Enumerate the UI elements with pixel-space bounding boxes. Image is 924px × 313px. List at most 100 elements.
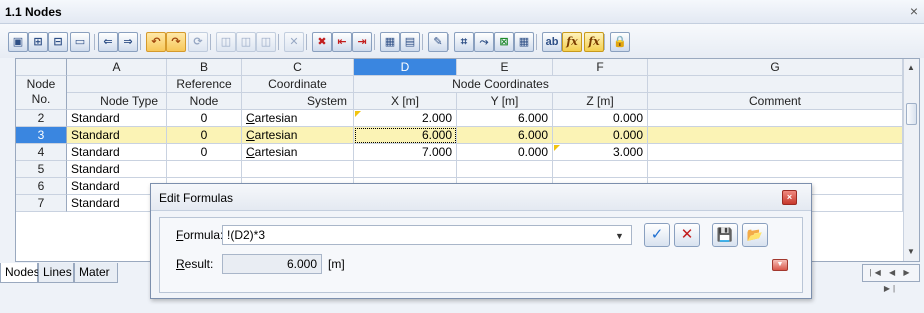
x-coordinate-cell[interactable]: 2.000 [354,110,457,127]
column-header-b[interactable]: B [167,59,242,76]
save-button[interactable]: 💾 [712,223,738,247]
z-coordinate-cell[interactable]: 3.000 [553,144,648,161]
redo-icon[interactable]: ↷ [166,32,186,52]
node-type-cell[interactable]: Standard [67,161,167,178]
row-number[interactable]: 2 [16,110,67,127]
reference-node-cell[interactable]: 0 [167,127,242,144]
panel-close-icon[interactable]: × [910,3,918,19]
edit-icon[interactable]: ✎ [428,32,448,52]
move-right-icon[interactable]: ⇥ [352,32,372,52]
row-number[interactable]: 4 [16,144,67,161]
y-coordinate-cell[interactable]: 6.000 [457,110,553,127]
insert-row-icon[interactable]: ⊞ [28,32,48,52]
dialog-titlebar: Edit Formulas × [151,184,811,211]
coordinate-system-text: artesian [254,145,298,159]
column-header-f[interactable]: F [553,59,648,76]
export-icon[interactable]: ⇒ [118,32,138,52]
grid-corner[interactable] [16,59,67,76]
z-coordinate-cell[interactable] [553,161,648,178]
go-to-icon[interactable]: ⤳ [474,32,494,52]
view-1-icon[interactable]: ◫ [216,32,236,52]
y-coordinate-cell[interactable]: 6.000 [457,127,553,144]
view-3-icon[interactable]: ◫ [256,32,276,52]
coordinate-system-cell[interactable]: Cartesian [242,127,354,144]
scroll-down-icon[interactable]: ▼ [907,247,915,256]
cancel-button[interactable]: ✕ [674,223,700,247]
formula-off-icon[interactable]: fx [584,32,604,52]
row-number[interactable]: 3 [16,127,67,144]
row-number[interactable]: 7 [16,195,67,212]
x-coordinate-cell[interactable] [354,161,457,178]
calculator-icon[interactable]: ▦ [514,32,534,52]
node-type-cell[interactable]: Standard [67,127,167,144]
subheader-node-type: Node Type [67,93,167,110]
coordinate-group-header: Coordinate [242,76,354,93]
tab-nodes[interactable]: Nodes [0,263,40,283]
result-label-accelerator: R [176,257,185,271]
z-coordinate-cell[interactable]: 0.000 [553,127,648,144]
tab-materials[interactable]: Mater [74,263,118,283]
select-in-graphic-icon[interactable]: ⌗ [454,32,474,52]
node-type-cell[interactable]: Standard [67,110,167,127]
expand-icon[interactable]: ▼ [772,259,788,271]
subheader-z: Z [m] [553,93,648,110]
vertical-scrollbar[interactable]: ▲ ▼ [903,59,919,261]
refresh-icon[interactable]: ⟳ [188,32,208,52]
move-left-icon[interactable]: ⇤ [332,32,352,52]
comment-cell[interactable] [648,110,903,127]
coordinate-system-cell[interactable]: Cartesian [242,144,354,161]
coordinate-system-cell[interactable]: Cartesian [242,110,354,127]
node-type-cell[interactable]: Standard [67,144,167,161]
reference-node-cell[interactable]: 0 [167,110,242,127]
select-all-icon[interactable]: ▣ [8,32,28,52]
toolbar-separator [278,34,279,50]
row-number[interactable]: 6 [16,178,67,195]
toolbar-separator [448,34,449,50]
formula-input[interactable]: !(D2)*3 [222,225,632,245]
delete-icon[interactable]: ✕ [284,32,304,52]
column-header-c[interactable]: C [242,59,354,76]
comment-cell[interactable] [648,127,903,144]
undo-icon[interactable]: ↶ [146,32,166,52]
table-view-icon[interactable]: ▦ [380,32,400,52]
x-coordinate-cell[interactable]: 6.000 [354,127,457,144]
column-header-e[interactable]: E [457,59,553,76]
tab-lines[interactable]: Lines [38,263,74,283]
text-format-icon[interactable]: ab [542,32,562,52]
formula-icon[interactable]: fx [562,32,582,52]
excel-export-icon[interactable]: ⊠ [494,32,514,52]
y-coordinate-cell[interactable]: 0.000 [457,144,553,161]
clear-icon[interactable]: ▭ [70,32,90,52]
import-icon[interactable]: ⇐ [98,32,118,52]
scroll-up-icon[interactable]: ▲ [907,63,915,72]
subheader-x: X [m] [354,93,457,110]
toolbar-separator [536,34,537,50]
remove-column-icon[interactable]: ✖ [312,32,332,52]
subheader-y: Y [m] [457,93,553,110]
reference-node-cell[interactable] [167,161,242,178]
chevron-down-icon[interactable]: ▼ [615,231,624,241]
coordinate-system-accelerator: C [246,145,255,159]
y-coordinate-cell[interactable] [457,161,553,178]
z-coordinate-cell[interactable]: 0.000 [553,110,648,127]
view-2-icon[interactable]: ◫ [236,32,256,52]
reference-node-cell[interactable]: 0 [167,144,242,161]
tab-navigation-buttons[interactable]: |◀ ◀ ▶ ▶| [862,264,920,293]
apply-button[interactable]: ✓ [644,223,670,247]
column-header-d[interactable]: D [354,59,457,76]
scroll-thumb[interactable] [906,103,917,125]
open-button[interactable]: 📂 [742,223,768,247]
x-coordinate-cell[interactable]: 7.000 [354,144,457,161]
row-number[interactable]: 5 [16,161,67,178]
coordinate-system-cell[interactable] [242,161,354,178]
delete-row-icon[interactable]: ⊟ [48,32,68,52]
dialog-close-icon[interactable]: × [782,190,797,205]
column-header-a[interactable]: A [67,59,167,76]
grid-view-icon[interactable]: ▤ [400,32,420,52]
result-label-text: esult: [184,257,214,271]
column-header-g[interactable]: G [648,59,903,76]
lock-icon[interactable]: 🔒 [610,32,630,52]
subheader-reference-node: Node [167,93,242,110]
comment-cell[interactable] [648,144,903,161]
comment-cell[interactable] [648,161,903,178]
